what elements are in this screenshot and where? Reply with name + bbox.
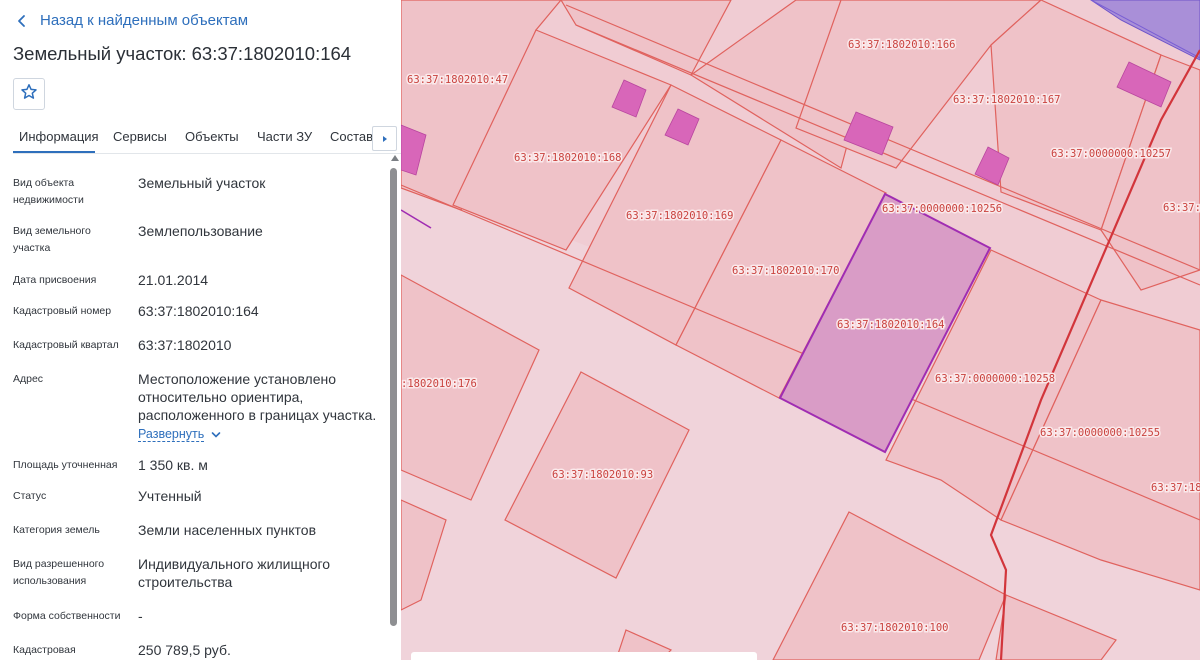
- parcel-label: 63:37:0000000:10256: [882, 203, 1002, 215]
- active-tab-indicator: [13, 151, 95, 153]
- property-label: Кадастровая: [13, 644, 76, 656]
- chevron-down-icon: [211, 428, 221, 442]
- property-label: Вид объекта недвижимости: [13, 177, 84, 206]
- property-label: Вид разрешенного использования: [13, 558, 105, 587]
- favorite-button[interactable]: [13, 78, 45, 110]
- property-label: Кадастровый квартал: [13, 339, 119, 351]
- property-value: -: [138, 608, 143, 624]
- parcel-label: 63:37:1802010:169: [626, 210, 733, 222]
- chevron-left-icon: [14, 13, 30, 29]
- property-label: Форма собственности: [13, 610, 121, 622]
- property-value: Индивидуального жилищного строительства: [138, 556, 331, 590]
- property-label: Вид земельного участка: [13, 225, 91, 254]
- info-panel: Назад к найденным объектам Земельный уча…: [0, 0, 401, 660]
- parcel-label: 63:37:1802010:170: [732, 265, 839, 277]
- scroll-up-arrow-icon[interactable]: [391, 155, 399, 161]
- page-title: Земельный участок: 63:37:1802010:164: [13, 43, 352, 64]
- parcel-label: 63:37:1802010:47: [407, 74, 508, 86]
- parcel-label: :1802010:176: [401, 378, 477, 390]
- property-label: Адрес: [13, 373, 44, 385]
- tab-services[interactable]: Сервисы: [113, 129, 167, 144]
- parcel-label: 63:37:1: [1163, 202, 1200, 214]
- parcel-label: 63:37:1802010:93: [552, 469, 653, 481]
- property-label: Кадастровый номер: [13, 305, 112, 317]
- tab-bar: Информация Сервисы Объекты Части ЗУ Сост…: [13, 118, 401, 154]
- property-value: 63:37:1802010:164: [138, 303, 259, 319]
- expand-address-link[interactable]: Развернуть: [138, 427, 221, 442]
- parcel-label: 63:37:1802010:167: [953, 94, 1060, 106]
- property-value: Земли населенных пунктов: [138, 522, 317, 538]
- panel-scrollbar[interactable]: [389, 155, 399, 660]
- property-value: Землепользование: [138, 223, 263, 239]
- property-value: 63:37:1802010: [138, 337, 232, 353]
- tab-information[interactable]: Информация: [19, 129, 99, 144]
- property-value: Учтенный: [138, 488, 202, 504]
- tab-composition[interactable]: Состав: [330, 129, 373, 144]
- parcel-label: 63:37:1802010:166: [848, 39, 955, 51]
- address-value: Местоположение установлено относительно …: [138, 371, 377, 423]
- parcel-label: 63:37:1802010:168: [514, 152, 621, 164]
- tab-parts[interactable]: Части ЗУ: [257, 129, 312, 144]
- star-icon: [20, 83, 38, 106]
- back-link-label: Назад к найденным объектам: [40, 12, 249, 29]
- property-value: Земельный участок: [138, 175, 266, 191]
- parcel-label: 63:37:180: [1151, 482, 1200, 494]
- expand-label: Развернуть: [138, 427, 205, 442]
- parcel-label: 63:37:1802010:164: [837, 319, 944, 331]
- parcel-label: 63:37:0000000:10258: [935, 373, 1055, 385]
- tabs-scroll-right-button[interactable]: [372, 126, 397, 151]
- parcel-label: 63:37:0000000:10257: [1051, 148, 1171, 160]
- properties-list: Вид объекта недвижимости Земельный участ…: [0, 160, 390, 660]
- parcel-label: 63:37:0000000:10255: [1040, 427, 1160, 439]
- property-value: 1 350 кв. м: [138, 457, 208, 473]
- scrollbar-thumb[interactable]: [390, 168, 397, 626]
- property-value: 250 789,5 руб.: [138, 642, 231, 658]
- map-bottom-toolbar[interactable]: [411, 652, 757, 660]
- property-label: Статус: [13, 490, 47, 502]
- property-label: Дата присвоения: [13, 274, 97, 286]
- property-label: Площадь уточненная: [13, 459, 118, 471]
- property-label: Категория земель: [13, 524, 100, 536]
- tab-objects[interactable]: Объекты: [185, 129, 239, 144]
- map-canvas[interactable]: 63:37:1802010:47 63:37:1802010:168 63:37…: [401, 0, 1200, 660]
- cadastral-map[interactable]: 63:37:1802010:47 63:37:1802010:168 63:37…: [401, 0, 1200, 660]
- caret-right-icon: [381, 130, 389, 148]
- back-to-results-link[interactable]: Назад к найденным объектам: [14, 12, 248, 29]
- property-value: 21.01.2014: [138, 272, 209, 288]
- parcel-label: 63:37:1802010:100: [841, 622, 948, 634]
